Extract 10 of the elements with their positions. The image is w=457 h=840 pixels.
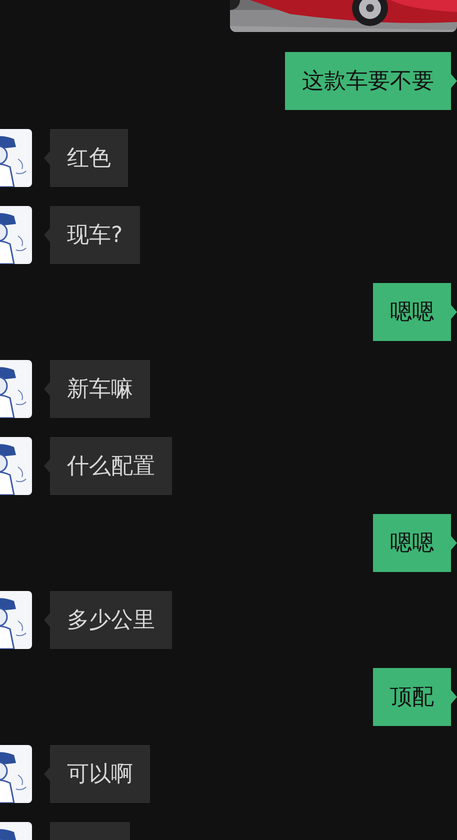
received-message: 新车嘛	[44, 360, 150, 418]
sent-message: 顶配	[373, 668, 457, 726]
received-message: 可以啊	[44, 745, 150, 803]
sent-message: 嗯嗯	[373, 514, 457, 572]
received-message: 什么配置	[44, 437, 172, 495]
received-message: 现车?	[44, 206, 140, 264]
received-message: 红色	[44, 129, 128, 187]
sent-message: 这款车要不要	[285, 52, 457, 110]
sent-message: 嗯嗯	[373, 283, 457, 341]
received-message: 多少公里	[44, 591, 172, 649]
